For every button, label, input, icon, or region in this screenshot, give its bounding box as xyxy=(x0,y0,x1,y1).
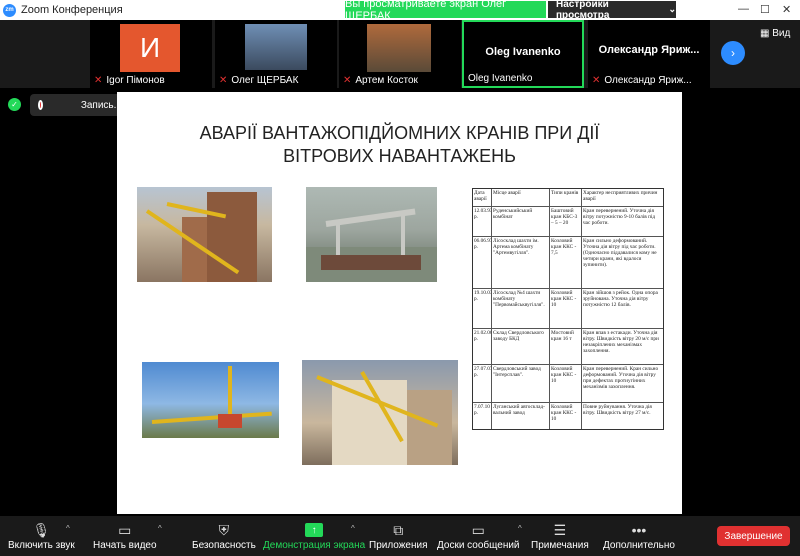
table-row: 06.06.97 р. Лісосклад шахти ім. Артема к… xyxy=(473,237,663,289)
participant-tile-5[interactable]: Олександр Яриж... ✕ Олександр Яриж... xyxy=(588,20,710,88)
chevron-up-icon[interactable]: ^ xyxy=(66,524,70,533)
view-settings-label: Настройки просмотра xyxy=(556,0,610,21)
zoom-logo-icon: zm xyxy=(3,3,16,17)
participant-tile-2[interactable]: ✕ Олег ЩЕРБАК xyxy=(215,20,337,88)
view-settings-button[interactable]: Настройки просмотра ⌄ xyxy=(548,0,676,21)
video-thumbnail xyxy=(245,24,307,70)
crane-photo-3 xyxy=(142,362,279,438)
end-meeting-button[interactable]: Завершение xyxy=(717,526,790,546)
notes-button[interactable]: ☰ Примечания xyxy=(531,520,589,552)
video-off-icon: ▭ xyxy=(118,521,132,538)
table-header-row: Дата аварії Місце аварії Типи кранів Хар… xyxy=(473,189,663,207)
participant-name: Oleg Ivanenko xyxy=(468,73,533,84)
table-row: 7.07.10 р. Луганський автосклад-вальний … xyxy=(473,403,663,429)
meeting-toolbar: 🎙 Включить звук ^ ▭ Начать видео ^ ⛨ Без… xyxy=(0,516,800,556)
video-thumbnail xyxy=(367,24,431,72)
participant-name: ✕ Олег ЩЕРБАК xyxy=(219,75,299,86)
accidents-table: Дата аварії Місце аварії Типи кранів Хар… xyxy=(472,188,664,430)
participant-name: ✕ Артем Косток xyxy=(343,75,418,86)
notes-icon: ☰ xyxy=(553,521,567,538)
close-icon[interactable]: ✕ xyxy=(782,3,791,16)
mic-muted-icon: ✕ xyxy=(94,75,103,86)
view-button[interactable]: ▦ Вид xyxy=(760,28,790,39)
more-icon: ••• xyxy=(631,522,647,538)
mic-off-icon: 🎙 xyxy=(32,521,51,538)
shield-icon: ⛨ xyxy=(218,521,230,538)
window-title: Zoom Конференция xyxy=(21,4,123,16)
participant-name: ✕ Олександр Яриж... xyxy=(592,75,692,86)
chevron-down-icon: ⌄ xyxy=(668,4,676,14)
minimize-icon[interactable]: — xyxy=(738,3,749,15)
participant-strip: И ✕ Igor Пімонов ✕ Олег ЩЕРБАК ✕ Артем Кост… xyxy=(0,20,800,88)
table-row: 21.02.06 р. Склад Свердловського заводу … xyxy=(473,329,663,365)
whiteboard-button[interactable]: ▭ Доски сообщений xyxy=(437,520,520,552)
next-page-button[interactable]: › xyxy=(721,41,745,65)
more-button[interactable]: ••• Дополнительно xyxy=(603,520,675,551)
slide-title: АВАРІЇ ВАНТАЖОПІДЙОМНИХ КРАНІВ ПРИ ДІЇ В… xyxy=(199,123,600,166)
participant-name: ✕ Igor Пімонов xyxy=(94,75,165,86)
maximize-icon[interactable]: ☐ xyxy=(760,3,770,16)
chevron-up-icon[interactable]: ^ xyxy=(518,524,522,533)
security-button[interactable]: ⛨ Безопасность xyxy=(192,520,256,552)
mic-muted-icon: ✕ xyxy=(343,75,352,86)
participant-tile-1[interactable]: И ✕ Igor Пімонов xyxy=(90,20,212,88)
participant-display-name: Oleg Ivanenko xyxy=(485,46,561,58)
presentation-slide: АВАРІЇ ВАНТАЖОПІДЙОМНИХ КРАНІВ ПРИ ДІЇ В… xyxy=(117,92,682,514)
crane-photo-4 xyxy=(302,360,458,465)
share-screen-icon: ↑ xyxy=(305,523,324,537)
share-banner: Вы просматриваете экран Олег ЩЕРБАК xyxy=(345,0,546,22)
unmute-button[interactable]: 🎙 Включить звук xyxy=(8,520,75,552)
apps-icon: ⧉ xyxy=(393,521,404,538)
apps-button[interactable]: ⧉ Приложения xyxy=(369,520,428,552)
recording-label: Запись... xyxy=(80,99,122,111)
share-screen-button[interactable]: ↑ Демонстрация экрана xyxy=(263,520,365,551)
mic-muted-icon: ✕ xyxy=(219,75,228,86)
chevron-right-icon: › xyxy=(731,46,735,60)
participant-tile-3[interactable]: ✕ Артем Косток xyxy=(339,20,461,88)
shield-icon[interactable]: ✓ xyxy=(8,98,21,111)
record-icon xyxy=(38,100,43,110)
crane-photo-2 xyxy=(306,187,437,282)
table-row: 19.10.03 р. Лісосклад №4 шахти комбінату… xyxy=(473,289,663,329)
table-row: 27.07.07 р. Свердловський завод "Інтерсп… xyxy=(473,365,663,403)
chevron-up-icon[interactable]: ^ xyxy=(158,524,162,533)
participant-display-name: Олександр Яриж... xyxy=(598,44,700,56)
participant-tile-4[interactable]: Oleg Ivanenko Oleg Ivanenko xyxy=(462,20,584,88)
start-video-button[interactable]: ▭ Начать видео xyxy=(93,520,157,552)
mic-muted-icon: ✕ xyxy=(592,75,601,86)
avatar: И xyxy=(120,24,180,72)
crane-photo-1 xyxy=(137,187,272,282)
table-row: 12.03.93 р. Руденськийський комбінат Баш… xyxy=(473,207,663,237)
chevron-up-icon[interactable]: ^ xyxy=(351,524,355,533)
whiteboard-icon: ▭ xyxy=(471,521,485,538)
